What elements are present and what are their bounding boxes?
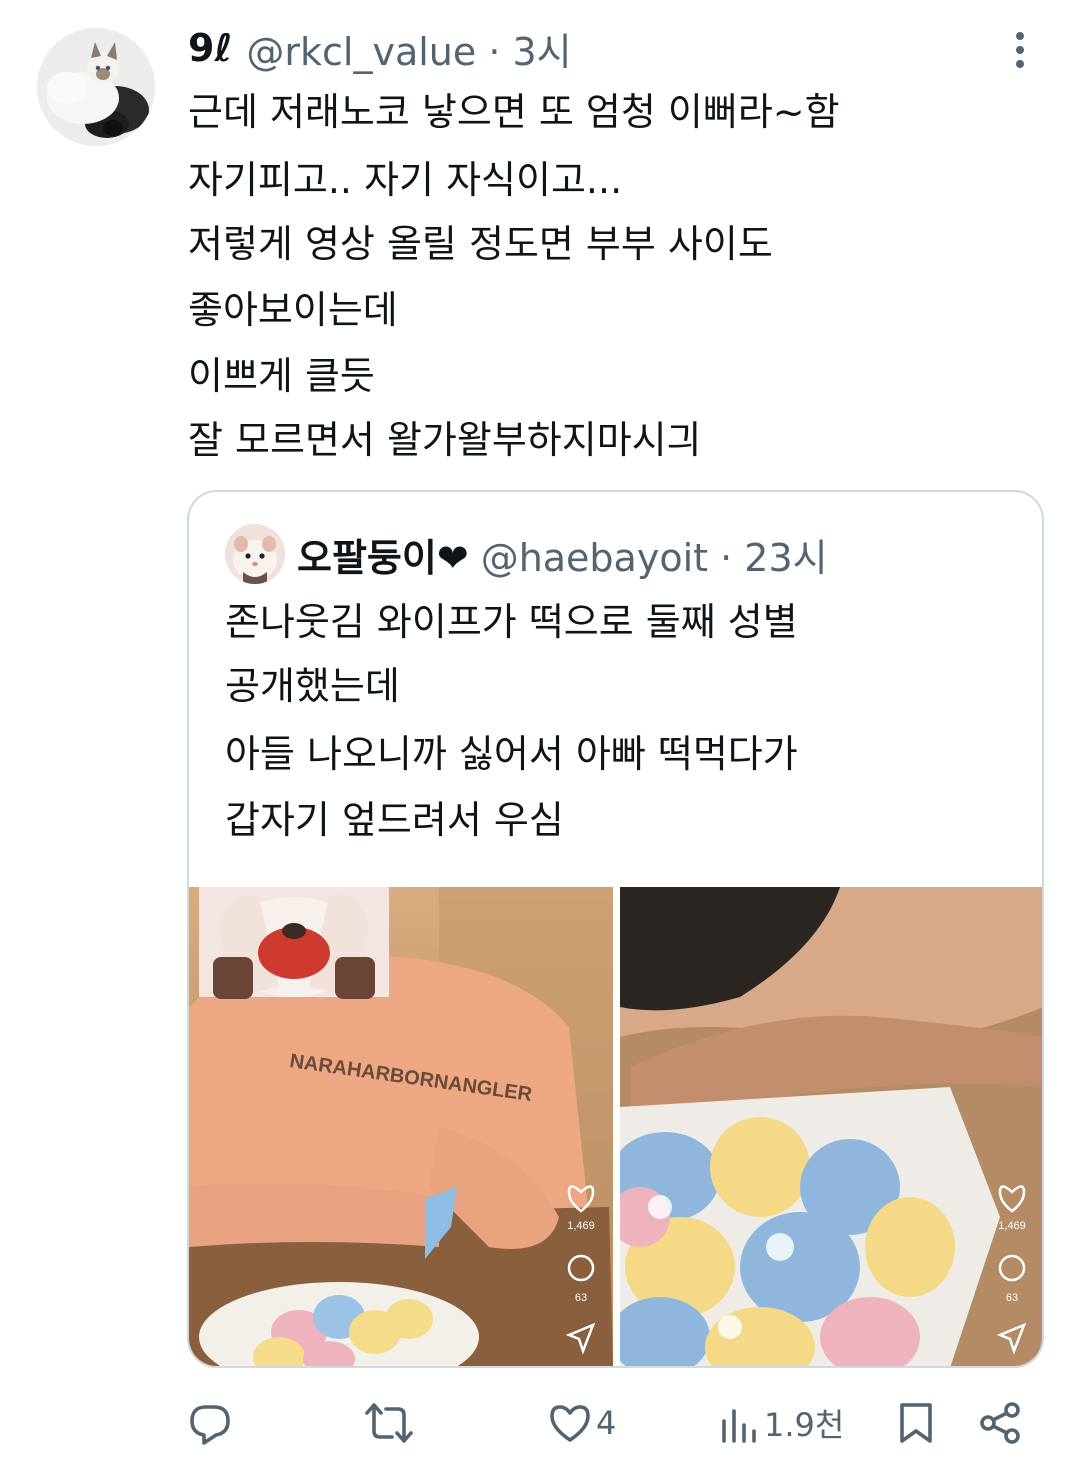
share-button[interactable]	[978, 1388, 1022, 1458]
quoted-author-handle-time[interactable]: @haebayoit · 23시	[481, 527, 828, 582]
quoted-text-line: 공개했는데	[225, 664, 400, 708]
tweet-text-line: 근데 저래노코 낳으면 또 엄청 이뻐라~함	[188, 90, 840, 134]
reels-like-count: 1,469	[998, 1220, 1026, 1232]
tweet-text-line: 자기피고.. 자기 자식이고...	[188, 158, 623, 202]
tweet-text-line: 이쁘게 클듯	[188, 354, 375, 398]
quoted-text-line: 갑자기 엎드려서 우심	[225, 798, 564, 842]
views-button[interactable]: 1.9천	[720, 1388, 844, 1458]
more-options-icon[interactable]	[1008, 30, 1032, 70]
like-count: 4	[596, 1404, 617, 1442]
retweet-button[interactable]	[364, 1388, 418, 1458]
quoted-text-line: 아들 나오니까 싫어서 아빠 떡먹다가	[225, 732, 798, 776]
reels-like-count: 1,469	[567, 1220, 595, 1232]
view-count: 1.9천	[764, 1406, 845, 1444]
tweet-action-bar: 4 1.9천	[0, 1388, 1080, 1458]
author-handle-time[interactable]: @rkcl_value · 3시	[246, 21, 571, 76]
tweet-text-line: 저렇게 영상 올릴 정도면 부부 사이도	[188, 222, 773, 266]
share-icon	[980, 1402, 1020, 1444]
quoted-author-name[interactable]: 오팔둥이❤	[297, 527, 469, 582]
quoted-tweet-header: 오팔둥이❤ @haebayoit · 23시	[297, 528, 828, 580]
tweet-text-line: 잘 모르면서 왈가왈부하지마시긔	[188, 418, 702, 462]
quoted-text-line: 존나웃김 와이프가 떡으로 둘째 성별	[225, 600, 798, 644]
tweet-text-line: 좋아보이는데	[188, 288, 398, 332]
quoted-author-avatar[interactable]	[225, 524, 285, 584]
heart-icon	[550, 1405, 590, 1442]
retweet-icon	[365, 1403, 413, 1443]
quoted-tweet[interactable]: 오팔둥이❤ @haebayoit · 23시 존나웃김 와이프가 떡으로 둘째 …	[187, 490, 1044, 1368]
reels-comment-count: 63	[1006, 1292, 1018, 1304]
like-button[interactable]: 4	[548, 1388, 616, 1458]
reply-button[interactable]	[188, 1388, 236, 1458]
quoted-media-image-2[interactable]: 1,469 63	[620, 887, 1042, 1366]
reels-comment-count: 63	[575, 1292, 587, 1304]
bookmark-icon	[900, 1403, 932, 1443]
cat-avatar-icon	[37, 28, 155, 146]
author-avatar[interactable]	[37, 28, 155, 146]
views-icon	[722, 1409, 756, 1443]
bookmark-button[interactable]	[896, 1388, 936, 1458]
quoted-media-image-1[interactable]: NARAHARBORNANGLER 1,469 63	[189, 887, 613, 1366]
author-name[interactable]: 9ℓ	[188, 26, 232, 70]
reply-icon	[190, 1405, 230, 1445]
tweet-header: 9ℓ @rkcl_value · 3시	[188, 22, 572, 74]
hamster-avatar-icon	[225, 524, 285, 584]
